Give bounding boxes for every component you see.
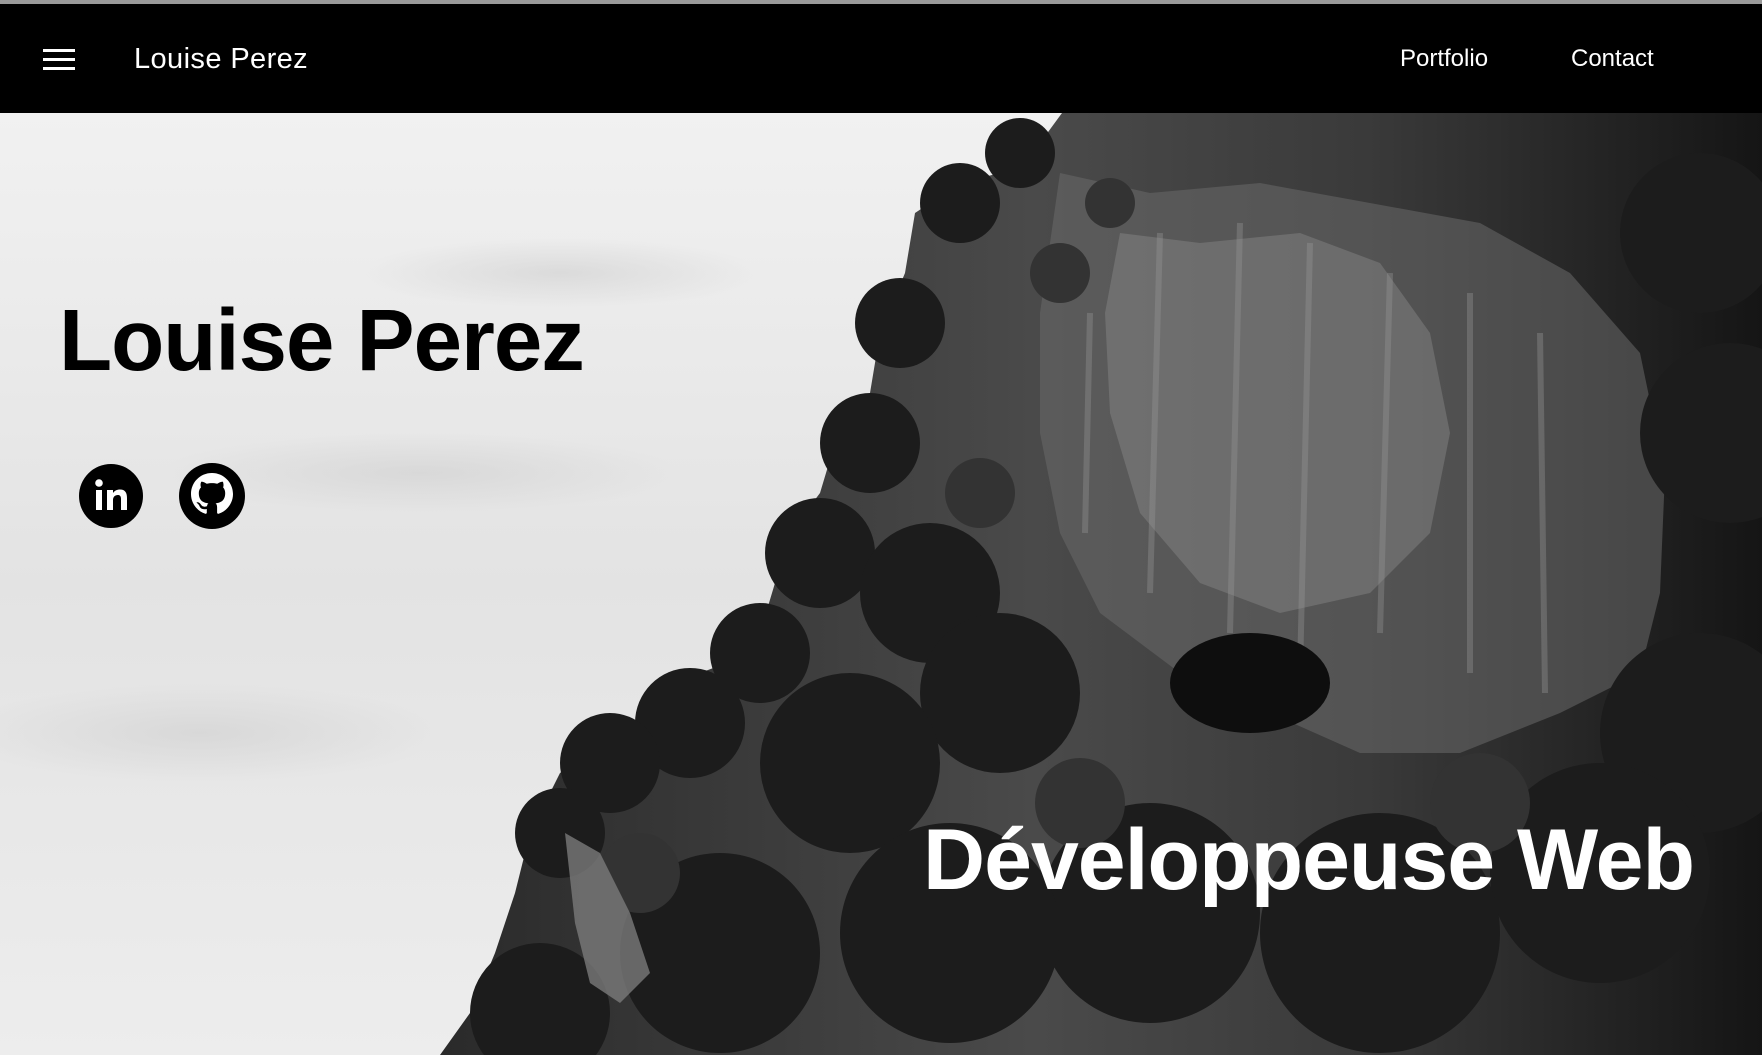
- linkedin-icon[interactable]: [78, 463, 144, 529]
- hamburger-menu-icon[interactable]: [36, 40, 82, 80]
- hero-section: Louise Perez Développeuse Web: [0, 113, 1762, 1055]
- hero-background-image: [0, 113, 1762, 1055]
- github-icon[interactable]: [179, 463, 245, 529]
- brand-link[interactable]: Louise Perez: [134, 42, 308, 76]
- navbar: Louise Perez Portfolio Contact: [0, 4, 1762, 113]
- page: Louise Perez Portfolio Contact Louise Pe…: [0, 0, 1762, 1060]
- nav-link-contact[interactable]: Contact: [1571, 44, 1654, 74]
- hero-title: Louise Perez: [59, 292, 585, 389]
- hero-subtitle: Développeuse Web: [923, 812, 1695, 908]
- bottom-border: [0, 1055, 1762, 1060]
- nav-link-portfolio[interactable]: Portfolio: [1400, 44, 1488, 74]
